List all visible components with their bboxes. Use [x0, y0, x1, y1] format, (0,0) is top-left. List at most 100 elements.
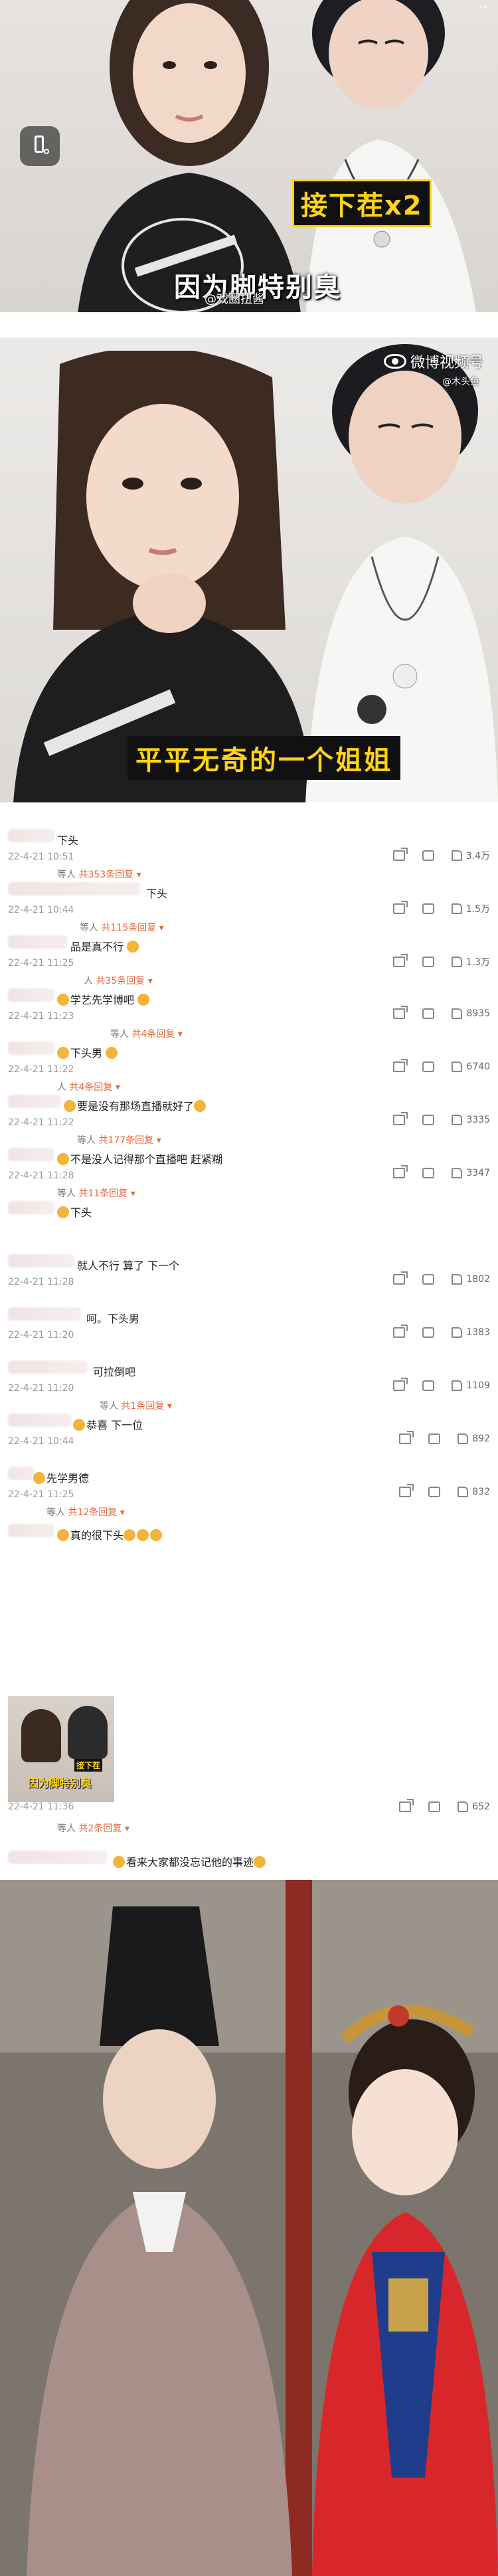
reply-prefix: 等人: [46, 1507, 65, 1518]
share-button[interactable]: [392, 954, 408, 967]
like-count: 3.4万: [465, 851, 490, 862]
chat-icon: [428, 1487, 441, 1497]
reply-button[interactable]: [428, 1433, 441, 1444]
reply-button[interactable]: [422, 1274, 435, 1285]
like-count: 1.3万: [465, 957, 490, 968]
comment-actions: 8935: [393, 1006, 490, 1019]
thumb-caption-2: 接下茬: [74, 1759, 103, 1772]
username-blur: [8, 1524, 54, 1537]
share-button[interactable]: [393, 1378, 408, 1391]
like-button[interactable]: 3347: [452, 1168, 490, 1178]
reply-link[interactable]: 等人 共2条回复 ▾: [57, 1821, 129, 1835]
like-button[interactable]: 3335: [452, 1115, 490, 1125]
share-button[interactable]: [392, 901, 408, 914]
reply-button[interactable]: [422, 1061, 435, 1072]
comment-date: 22-4-21 11:20: [8, 1330, 74, 1340]
reply-button[interactable]: [422, 957, 434, 967]
video-frame-1[interactable]: •• 接下茬x2 因为脚特别臭 @戏圈扭酱: [0, 0, 498, 312]
comment-image[interactable]: 接下茬 因为脚特别臭: [8, 1696, 114, 1802]
share-button[interactable]: [393, 1271, 408, 1285]
comment-text-body: 要是没有那场直播就好了: [77, 1100, 195, 1113]
like-count: 1.5万: [465, 904, 490, 915]
caption: 平平无奇的一个姐姐: [127, 736, 400, 780]
weibo-sub: @木头鱼: [442, 377, 479, 387]
reply-button[interactable]: [422, 850, 434, 861]
comment-item: 要是没有那场直播就好了 22-4-21 11:22 3335 等人 共177条回…: [0, 1091, 498, 1146]
reply-prefix: 等人: [57, 1823, 76, 1834]
like-button[interactable]: 892: [457, 1433, 490, 1444]
comment-text: 品是真不行: [70, 938, 140, 954]
chat-icon: [422, 1327, 435, 1338]
reply-button[interactable]: [422, 1115, 435, 1125]
like-button[interactable]: 1.5万: [451, 902, 490, 915]
thumb-up-icon: [452, 1008, 463, 1019]
share-button[interactable]: [399, 1799, 414, 1812]
comment-item: 下头 22-4-21 10:44 1.5万 等人 共115条回复 ▾: [0, 878, 498, 933]
comment-item: 下头男 22-4-21 11:22 6740 人 共4条回复 ▾: [0, 1038, 498, 1093]
like-count: 6740: [466, 1061, 490, 1072]
comment-date: 22-4-21 10:44: [8, 905, 74, 915]
phone-rotate-icon[interactable]: [20, 126, 60, 166]
reply-button[interactable]: [428, 1801, 441, 1812]
share-button[interactable]: [393, 1059, 408, 1072]
chat-icon: [422, 903, 434, 914]
like-button[interactable]: 1.3万: [451, 955, 490, 968]
comment-date: 22-4-21 11:20: [8, 1383, 74, 1394]
username-blur: [8, 1254, 74, 1267]
like-button[interactable]: 6740: [452, 1061, 490, 1072]
thumb-up-icon: [452, 1061, 463, 1072]
comment-text-body: 恭喜 下一位: [86, 1419, 143, 1431]
comment-date: 22-4-21 11:28: [8, 1277, 74, 1287]
comment-text: 可拉倒吧: [93, 1366, 136, 1378]
reply-link[interactable]: 等人 共12条回复 ▾: [46, 1505, 125, 1518]
reply-button[interactable]: [428, 1487, 441, 1497]
like-count: 1383: [466, 1327, 490, 1338]
share-button[interactable]: [393, 1165, 408, 1178]
share-icon: [399, 1431, 414, 1444]
thumb-up-icon: [452, 1274, 463, 1285]
emoji-icon: [113, 1856, 125, 1868]
share-icon: [393, 1059, 408, 1072]
comment-item: 恭喜 下一位 22-4-21 10:44 892: [0, 1410, 498, 1463]
comment-item: 不是没人记得那个直播吧 赶紧糊 22-4-21 11:28 3347 等人 共1…: [0, 1144, 498, 1199]
like-button[interactable]: 3.4万: [451, 849, 490, 862]
emoji-icon: [64, 1100, 76, 1112]
like-button[interactable]: 1802: [452, 1274, 490, 1285]
like-button[interactable]: 1383: [452, 1327, 490, 1338]
like-count: 652: [472, 1801, 490, 1812]
username-blur: [8, 1307, 81, 1321]
share-button[interactable]: [393, 1006, 408, 1019]
comment-date: 22-4-21 11:28: [8, 1170, 74, 1181]
emoji-icon: [137, 994, 150, 1006]
comment-text: 下头: [146, 887, 168, 900]
reply-button[interactable]: [422, 1380, 435, 1391]
share-icon: [399, 1484, 414, 1497]
reply-button[interactable]: [422, 1327, 435, 1338]
thumb-up-icon: [452, 1168, 463, 1178]
share-button[interactable]: [399, 1431, 414, 1444]
like-button[interactable]: 832: [457, 1487, 490, 1497]
share-button[interactable]: [393, 1325, 408, 1338]
comment-item: 可拉倒吧 22-4-21 11:20 1109 等人 共1条回复 ▾: [0, 1356, 498, 1412]
reply-button[interactable]: [422, 1168, 435, 1178]
share-icon: [392, 848, 408, 861]
chat-icon: [422, 1115, 435, 1125]
like-button[interactable]: 1109: [452, 1380, 490, 1391]
comment-text: 学艺先学博吧: [57, 991, 151, 1007]
like-button[interactable]: 8935: [452, 1008, 490, 1019]
comment-text: 就人不行 算了 下一个: [77, 1259, 180, 1272]
share-button[interactable]: [392, 848, 408, 861]
video-frame-2[interactable]: 微博视频号 @木头鱼 平平无奇的一个姐姐: [0, 337, 498, 802]
like-button[interactable]: 652: [457, 1801, 490, 1812]
share-button[interactable]: [393, 1112, 408, 1125]
share-button[interactable]: [399, 1484, 414, 1497]
emoji-icon: [57, 1153, 69, 1165]
weibo-watermark: 微博视频号: [383, 351, 483, 372]
comment-date: 22-4-21 11:23: [8, 1011, 74, 1022]
comment-text: 真的很下头: [57, 1526, 163, 1542]
reply-button[interactable]: [422, 903, 434, 914]
reply-button[interactable]: [422, 1008, 435, 1019]
username-blur: [8, 1042, 54, 1055]
emoji-icon: [137, 1529, 149, 1541]
share-icon: [393, 1378, 408, 1391]
